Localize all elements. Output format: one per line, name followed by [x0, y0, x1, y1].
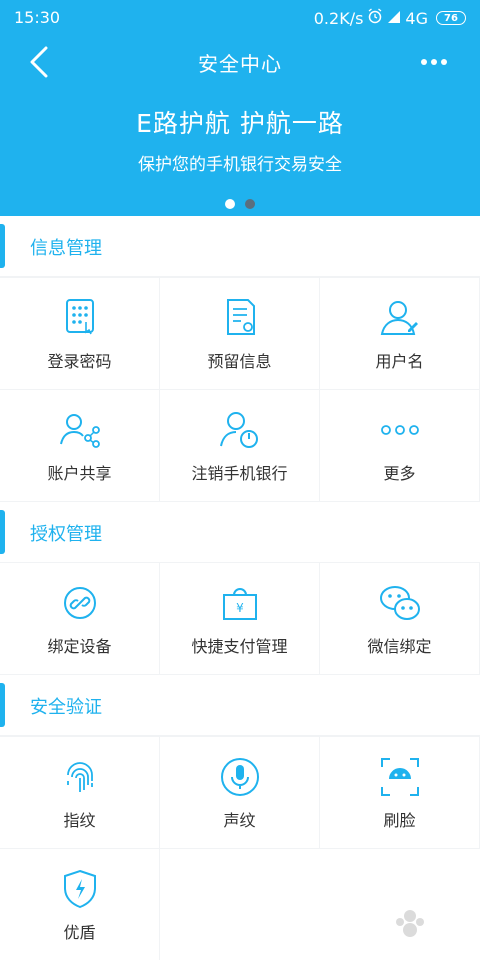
carousel-dot-2[interactable] — [245, 199, 255, 209]
grid-item-label: 预留信息 — [207, 352, 272, 371]
grid-item-username[interactable]: 用户名 — [320, 278, 479, 389]
document-settings-icon — [218, 296, 262, 340]
user-power-icon — [218, 408, 262, 452]
signal-icon — [387, 9, 401, 28]
section-title-info: 信息管理 — [30, 238, 102, 259]
grid-item-quick-pay[interactable]: ¥ 快捷支付管理 — [160, 563, 319, 674]
grid-item-face-scan[interactable]: 刷脸 — [320, 737, 479, 848]
payment-bag-icon: ¥ — [218, 581, 262, 625]
grid-item-label: 声纹 — [223, 811, 256, 830]
section-accent-bar — [0, 224, 5, 268]
grid-item-bind-device[interactable]: 绑定设备 — [0, 563, 159, 674]
battery-icon: 76 — [436, 11, 466, 25]
grid-item-label: 更多 — [383, 464, 416, 483]
more-dots-icon — [378, 408, 422, 452]
user-share-icon — [58, 408, 102, 452]
section-info-header: 信息管理 — [0, 216, 480, 276]
page-title: 安全中心 — [198, 52, 282, 76]
grid-item-wechat-bind[interactable]: 微信绑定 — [320, 563, 479, 674]
grid-item-fingerprint[interactable]: 指纹 — [0, 737, 159, 848]
section-accent-bar — [0, 510, 5, 554]
status-time: 15:30 — [14, 8, 61, 27]
grid-item-label: 登录密码 — [47, 352, 112, 371]
grid-item-label: 绑定设备 — [47, 637, 112, 656]
banner-title: E路护航 护航一路 — [136, 109, 344, 138]
network-type: 4G — [405, 8, 428, 28]
status-bar: 15:30 0.2K/s 4G 76 — [0, 0, 480, 36]
svg-text:¥: ¥ — [236, 601, 244, 615]
banner-subtitle: 保护您的手机银行交易安全 — [138, 155, 342, 175]
link-icon — [58, 581, 102, 625]
grid-item-voiceprint[interactable]: 声纹 — [160, 737, 319, 848]
section-title-auth: 授权管理 — [30, 524, 102, 545]
user-edit-icon — [378, 296, 422, 340]
grid-item-label: 优盾 — [63, 923, 96, 942]
grid-item-label: 快捷支付管理 — [191, 637, 288, 656]
carousel-dot-1[interactable] — [225, 199, 235, 209]
grid-item-label: 用户名 — [375, 352, 424, 371]
ellipsis-icon — [421, 59, 447, 65]
fingerprint-icon — [58, 755, 102, 799]
carousel-dots[interactable] — [0, 199, 480, 209]
alarm-icon — [367, 8, 383, 28]
auth-grid: 绑定设备 ¥ 快捷支付管理 微信绑定 — [0, 563, 480, 674]
grid-item-label: 微信绑定 — [367, 637, 432, 656]
grid-item-label: 指纹 — [63, 811, 96, 830]
grid-item-account-share[interactable]: 账户共享 — [0, 390, 159, 501]
section-auth-header: 授权管理 — [0, 502, 480, 562]
network-speed: 0.2K/s — [313, 8, 364, 28]
shield-bolt-icon — [58, 867, 102, 911]
section-verify-header: 安全验证 — [0, 675, 480, 735]
grid-item-reserved-info[interactable]: 预留信息 — [160, 278, 319, 389]
grid-item-login-password[interactable]: 登录密码 — [0, 278, 159, 389]
section-accent-bar — [0, 683, 5, 727]
status-right: 0.2K/s 4G 76 — [314, 8, 466, 28]
section-title-verify: 安全验证 — [30, 697, 102, 718]
info-grid: 登录密码 预留信息 用户名 账户共享 注销手机银行 更多 — [0, 278, 480, 501]
wechat-icon — [378, 581, 422, 625]
grid-item-cancel-mobile-banking[interactable]: 注销手机银行 — [160, 390, 319, 501]
grid-item-label: 刷脸 — [383, 811, 416, 830]
grid-item-ushield[interactable]: 优盾 — [0, 849, 159, 960]
grid-item-label: 注销手机银行 — [191, 464, 288, 483]
grid-item-more[interactable]: 更多 — [320, 390, 479, 501]
grid-item-label: 账户共享 — [47, 464, 112, 483]
microphone-icon — [218, 755, 262, 799]
header-banner: 15:30 0.2K/s 4G 76 安全中心 E路护航 护航一路 保护您的手机… — [0, 0, 480, 216]
keypad-icon — [58, 296, 102, 340]
face-scan-icon — [378, 755, 422, 799]
watermark-logo — [360, 900, 460, 950]
more-menu-button[interactable] — [414, 48, 454, 76]
